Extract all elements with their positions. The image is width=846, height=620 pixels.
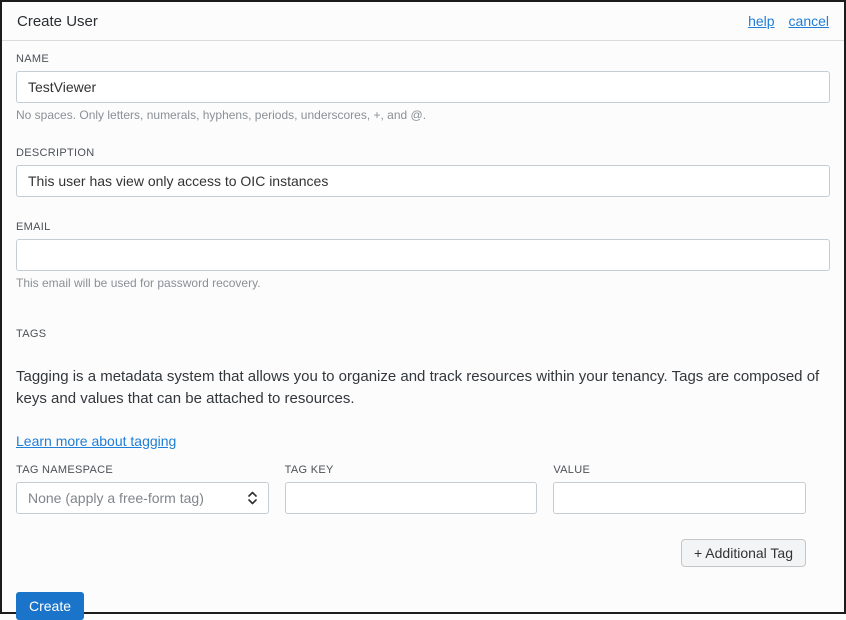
page-title: Create User bbox=[17, 12, 98, 30]
tag-key-input[interactable] bbox=[284, 482, 538, 514]
tag-value-input[interactable] bbox=[553, 482, 807, 514]
cancel-link[interactable]: cancel bbox=[789, 13, 829, 29]
tag-namespace-label: TAG NAMESPACE bbox=[16, 464, 114, 476]
email-helper-text: This email will be used for password rec… bbox=[16, 276, 261, 290]
additional-tag-button[interactable]: + Additional Tag bbox=[681, 539, 806, 567]
name-helper-text: No spaces. Only letters, numerals, hyphe… bbox=[16, 108, 427, 122]
name-input[interactable] bbox=[16, 71, 830, 103]
tag-key-column: TAG KEY bbox=[284, 464, 538, 514]
help-link[interactable]: help bbox=[748, 13, 774, 29]
learn-more-tagging-link[interactable]: Learn more about tagging bbox=[16, 433, 176, 449]
email-label: EMAIL bbox=[16, 221, 51, 233]
dialog-header: Create User help cancel bbox=[2, 2, 844, 41]
create-button[interactable]: Create bbox=[16, 592, 85, 620]
description-input[interactable] bbox=[16, 165, 830, 197]
tag-namespace-select[interactable]: None (apply a free-form tag) bbox=[16, 482, 269, 514]
tag-namespace-selected-value: None (apply a free-form tag) bbox=[28, 490, 204, 506]
description-field-group: DESCRIPTION bbox=[16, 147, 830, 197]
tag-value-label: VALUE bbox=[553, 464, 591, 476]
tags-intro-text: Tagging is a metadata system that allows… bbox=[16, 368, 820, 407]
header-links: help cancel bbox=[748, 13, 829, 29]
description-label: DESCRIPTION bbox=[16, 147, 95, 159]
tag-key-label: TAG KEY bbox=[284, 464, 334, 476]
dialog-footer: Create bbox=[2, 567, 844, 620]
tag-namespace-column: TAG NAMESPACE None (apply a free-form ta… bbox=[16, 464, 269, 514]
additional-tag-row: + Additional Tag bbox=[16, 539, 806, 567]
email-input[interactable] bbox=[16, 239, 830, 271]
tag-value-column: VALUE bbox=[553, 464, 807, 514]
form-content: NAME No spaces. Only letters, numerals, … bbox=[2, 53, 844, 567]
tags-section-label: TAGS bbox=[16, 328, 47, 340]
name-label: NAME bbox=[16, 53, 49, 65]
email-field-group: EMAIL This email will be used for passwo… bbox=[16, 221, 830, 290]
name-field-group: NAME No spaces. Only letters, numerals, … bbox=[16, 53, 830, 122]
select-spinner-icon bbox=[247, 491, 257, 505]
tag-row: TAG NAMESPACE None (apply a free-form ta… bbox=[16, 464, 807, 514]
